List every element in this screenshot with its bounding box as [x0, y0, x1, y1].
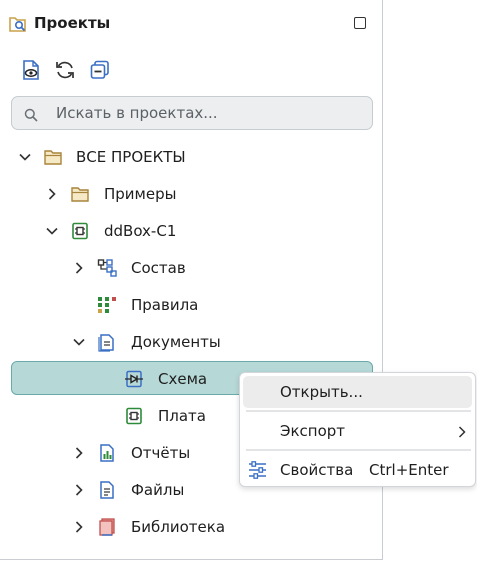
library-icon	[99, 518, 115, 536]
search-box	[11, 96, 373, 130]
search-input[interactable]	[56, 97, 356, 129]
menu-item-label: Экспорт	[280, 422, 346, 440]
tree-item-label: Документы	[131, 333, 221, 351]
chevron-down-icon[interactable]	[19, 151, 31, 163]
menu-item-label: Свойства	[280, 461, 354, 479]
tree-item-label: Состав	[131, 259, 186, 277]
schematic-icon	[125, 370, 143, 388]
search-icon	[24, 108, 38, 122]
menu-item-open[interactable]: Открыть...	[243, 376, 472, 408]
hierarchy-icon	[97, 259, 117, 277]
chevron-right-icon[interactable]	[46, 188, 58, 200]
rules-grid-icon	[98, 297, 116, 313]
tree-item-project[interactable]: ddBox-C1	[0, 216, 383, 246]
folder-icon	[71, 187, 89, 202]
chevron-down-icon[interactable]	[73, 336, 85, 348]
tree-item-label: Правила	[131, 296, 199, 314]
chevron-down-icon[interactable]	[46, 225, 58, 237]
tree-item-composition[interactable]: Состав	[0, 253, 383, 283]
tree-item-label: ВСЕ ПРОЕКТЫ	[76, 148, 186, 166]
documents-icon	[98, 334, 114, 352]
collapse-all-icon[interactable]	[89, 59, 111, 81]
reports-icon	[100, 444, 114, 462]
tree-item-library[interactable]: Библиотека	[0, 512, 383, 542]
tree-item-label: ddBox-C1	[104, 222, 177, 240]
tree-item-all-projects[interactable]: ВСЕ ПРОЕКТЫ	[0, 142, 383, 172]
tree-item-label: Отчёты	[131, 444, 191, 462]
refresh-icon[interactable]	[54, 59, 76, 81]
tree-item-examples[interactable]: Примеры	[0, 179, 383, 209]
tree-item-documents[interactable]: Документы	[0, 327, 383, 357]
panel-title: Проекты	[34, 14, 111, 32]
chevron-right-icon[interactable]	[73, 484, 85, 496]
tree-item-label: Схема	[158, 370, 208, 388]
chevron-right-icon[interactable]	[73, 521, 85, 533]
menu-item-label: Открыть...	[280, 383, 363, 401]
menu-separator	[246, 410, 471, 412]
folder-icon	[44, 150, 62, 165]
context-menu: Открыть... Экспорт Свойства Ctrl+Enter	[239, 372, 476, 487]
chevron-right-icon[interactable]	[73, 262, 85, 274]
show-icon[interactable]	[20, 59, 42, 81]
tree-item-label: Библиотека	[131, 518, 226, 536]
file-icon	[100, 481, 114, 499]
tree-item-label: Плата	[158, 407, 206, 425]
menu-item-shortcut: Ctrl+Enter	[369, 461, 449, 479]
pcb-project-icon	[72, 222, 88, 240]
maximize-button[interactable]	[354, 17, 366, 29]
tree-item-label: Примеры	[104, 185, 177, 203]
pcb-board-icon	[126, 407, 142, 425]
chevron-right-icon	[458, 426, 466, 438]
settings-sliders-icon	[249, 461, 266, 479]
menu-item-export[interactable]: Экспорт	[240, 414, 475, 448]
projects-search-icon	[9, 17, 26, 32]
menu-item-properties[interactable]: Свойства Ctrl+Enter	[240, 453, 475, 487]
tree-item-rules[interactable]: Правила	[0, 290, 383, 320]
tree-item-label: Файлы	[131, 481, 185, 499]
chevron-right-icon[interactable]	[73, 447, 85, 459]
menu-separator	[246, 449, 471, 451]
